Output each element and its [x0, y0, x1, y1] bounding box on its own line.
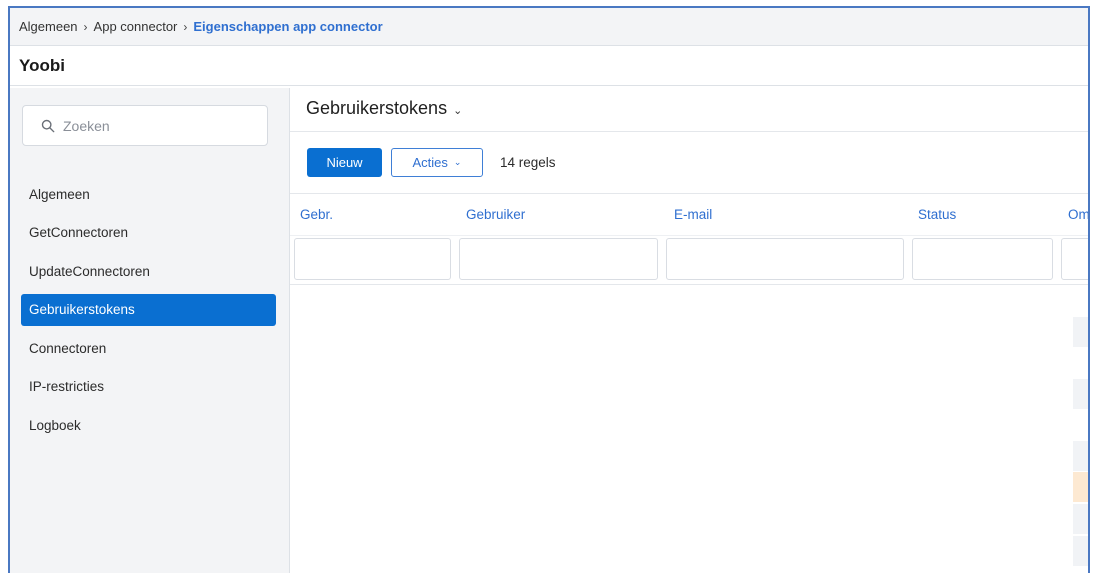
- column-header-gebr[interactable]: Gebr.: [300, 207, 333, 222]
- sidebar-item-updateconnectoren[interactable]: UpdateConnectoren: [21, 255, 276, 287]
- breadcrumb: Algemeen › App connector › Eigenschappen…: [10, 8, 1088, 46]
- table-row[interactable]: [1073, 504, 1088, 534]
- app-window: Algemeen › App connector › Eigenschappen…: [8, 6, 1090, 573]
- sidebar: Zoeken Algemeen GetConnectoren UpdateCon…: [10, 88, 290, 573]
- breadcrumb-separator: ›: [183, 19, 188, 34]
- sidebar-item-gebruikerstokens[interactable]: Gebruikerstokens: [21, 293, 276, 326]
- table-row[interactable]: [1073, 317, 1088, 347]
- search-input[interactable]: Zoeken: [22, 105, 268, 146]
- divider: [290, 284, 1088, 285]
- search-placeholder: Zoeken: [63, 117, 110, 134]
- content-area: Zoeken Algemeen GetConnectoren UpdateCon…: [10, 88, 1088, 573]
- toolbar: Nieuw Acties ⌄ 14 regels: [307, 148, 556, 177]
- table-row[interactable]: [1073, 472, 1088, 502]
- sidebar-item-getconnectoren[interactable]: GetConnectoren: [21, 217, 276, 249]
- table-row[interactable]: [1073, 536, 1088, 566]
- actions-dropdown-button[interactable]: Acties ⌄: [391, 148, 483, 177]
- sidebar-item-algemeen[interactable]: Algemeen: [21, 178, 276, 210]
- divider: [290, 235, 1088, 236]
- filter-gebruiker-input[interactable]: [459, 238, 658, 280]
- actions-label: Acties: [412, 155, 448, 170]
- main-panel: Gebruikerstokens ⌄ Nieuw Acties ⌄ 14 reg…: [290, 88, 1088, 573]
- breadcrumb-item-algemeen[interactable]: Algemeen: [19, 19, 78, 34]
- sidebar-item-logboek[interactable]: Logboek: [21, 409, 276, 441]
- breadcrumb-current: Eigenschappen app connector: [193, 19, 383, 34]
- new-button[interactable]: Nieuw: [307, 148, 382, 177]
- app-title: Yoobi: [10, 46, 1088, 86]
- chevron-down-icon: ⌄: [453, 105, 463, 117]
- table-row[interactable]: [1073, 379, 1088, 409]
- page-title-text: Gebruikerstokens: [306, 98, 448, 118]
- search-icon: [41, 119, 55, 132]
- column-header-oms[interactable]: Oms: [1068, 207, 1088, 222]
- divider: [290, 193, 1088, 194]
- row-count: 14 regels: [500, 155, 556, 170]
- sidebar-nav: Algemeen GetConnectoren UpdateConnectore…: [21, 178, 276, 448]
- filter-oms-input[interactable]: [1061, 238, 1088, 280]
- divider: [290, 131, 1088, 132]
- filter-status-input[interactable]: [912, 238, 1053, 280]
- column-header-gebruiker[interactable]: Gebruiker: [466, 207, 525, 222]
- table-row[interactable]: [1073, 441, 1088, 471]
- column-header-status[interactable]: Status: [918, 207, 956, 222]
- page-title[interactable]: Gebruikerstokens ⌄: [306, 98, 462, 119]
- breadcrumb-item-app-connector[interactable]: App connector: [94, 19, 178, 34]
- sidebar-item-ip-restricties[interactable]: IP-restricties: [21, 371, 276, 403]
- breadcrumb-separator: ›: [83, 19, 88, 34]
- filter-gebr-input[interactable]: [294, 238, 451, 280]
- filter-email-input[interactable]: [666, 238, 904, 280]
- chevron-down-icon: ⌄: [453, 157, 462, 167]
- column-header-email[interactable]: E-mail: [674, 207, 712, 222]
- sidebar-item-connectoren[interactable]: Connectoren: [21, 332, 276, 364]
